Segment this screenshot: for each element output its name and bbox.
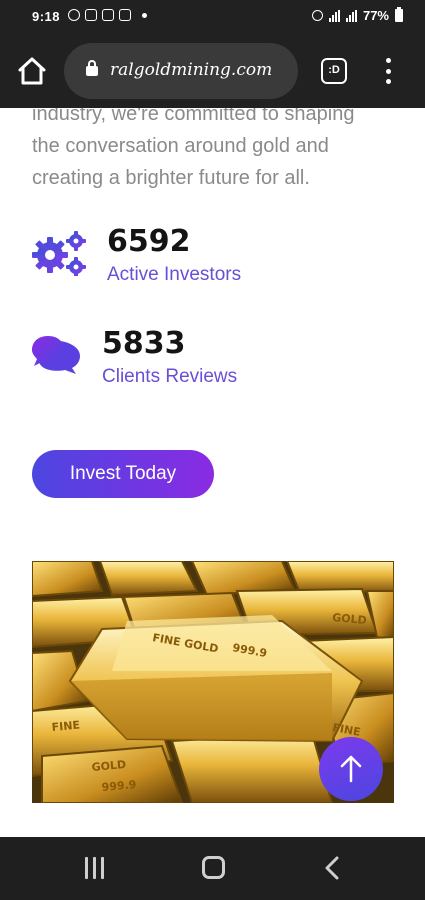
system-icons: 77%	[311, 7, 403, 23]
browser-toolbar: ralgoldmining.com :D	[0, 34, 425, 108]
image-icon	[119, 9, 131, 21]
intro-line: creating a brighter future for all.	[32, 167, 310, 189]
intro-line: industry, we're committed to shaping	[32, 108, 355, 125]
gmail-icon	[85, 9, 97, 21]
instagram-icon	[102, 9, 114, 21]
recents-icon	[101, 857, 104, 879]
stat-client-reviews: 5833 Clients Reviews	[32, 326, 292, 396]
arrow-up-icon	[340, 755, 362, 783]
whatsapp-icon	[68, 9, 80, 21]
intro-line: the conversation around gold and	[32, 135, 329, 157]
battery-icon	[395, 7, 403, 22]
back-icon	[325, 856, 339, 880]
browser-menu-button[interactable]	[382, 56, 394, 86]
stat-label: Active Investors	[107, 264, 242, 285]
cell-signal-icon	[345, 9, 357, 22]
more-notifications-icon	[142, 12, 147, 18]
home-icon	[18, 57, 46, 85]
intro-paragraph: industry, we're committed to shaping the…	[32, 108, 402, 194]
back-button[interactable]	[322, 856, 344, 880]
status-bar: 9:18 77%	[0, 0, 425, 34]
hotspot-icon	[311, 10, 323, 21]
recents-icon	[85, 857, 88, 879]
stat-label: Clients Reviews	[102, 366, 238, 387]
home-nav-button[interactable]	[202, 856, 225, 879]
recents-button[interactable]	[85, 857, 107, 879]
address-bar[interactable]: ralgoldmining.com	[64, 43, 298, 99]
svg-text:FINE: FINE	[51, 719, 80, 734]
home-button[interactable]	[16, 56, 48, 86]
scroll-to-top-button[interactable]	[319, 737, 383, 801]
recents-icon	[93, 857, 96, 879]
menu-dot-icon	[385, 68, 391, 74]
menu-dot-icon	[385, 79, 391, 84]
status-time: 9:18	[32, 9, 61, 24]
gears-icon	[32, 231, 86, 276]
menu-dot-icon	[385, 58, 391, 63]
notification-icons	[68, 9, 147, 21]
stat-value: 5833	[102, 326, 186, 361]
url-text: ralgoldmining.com	[110, 60, 273, 80]
invest-today-button[interactable]: Invest Today	[32, 450, 214, 498]
tabs-button[interactable]: :D	[321, 58, 347, 84]
stat-active-investors: 6592 Active Investors	[32, 224, 292, 294]
stat-value: 6592	[107, 224, 191, 259]
chat-bubbles-icon	[32, 336, 80, 374]
lock-icon	[86, 60, 98, 76]
tabs-icon: :D	[328, 64, 340, 76]
battery-percentage: 77%	[362, 8, 389, 23]
system-navigation-bar	[0, 837, 425, 900]
page-content: industry, we're committed to shaping the…	[0, 108, 425, 837]
wifi-signal-icon	[328, 9, 340, 22]
